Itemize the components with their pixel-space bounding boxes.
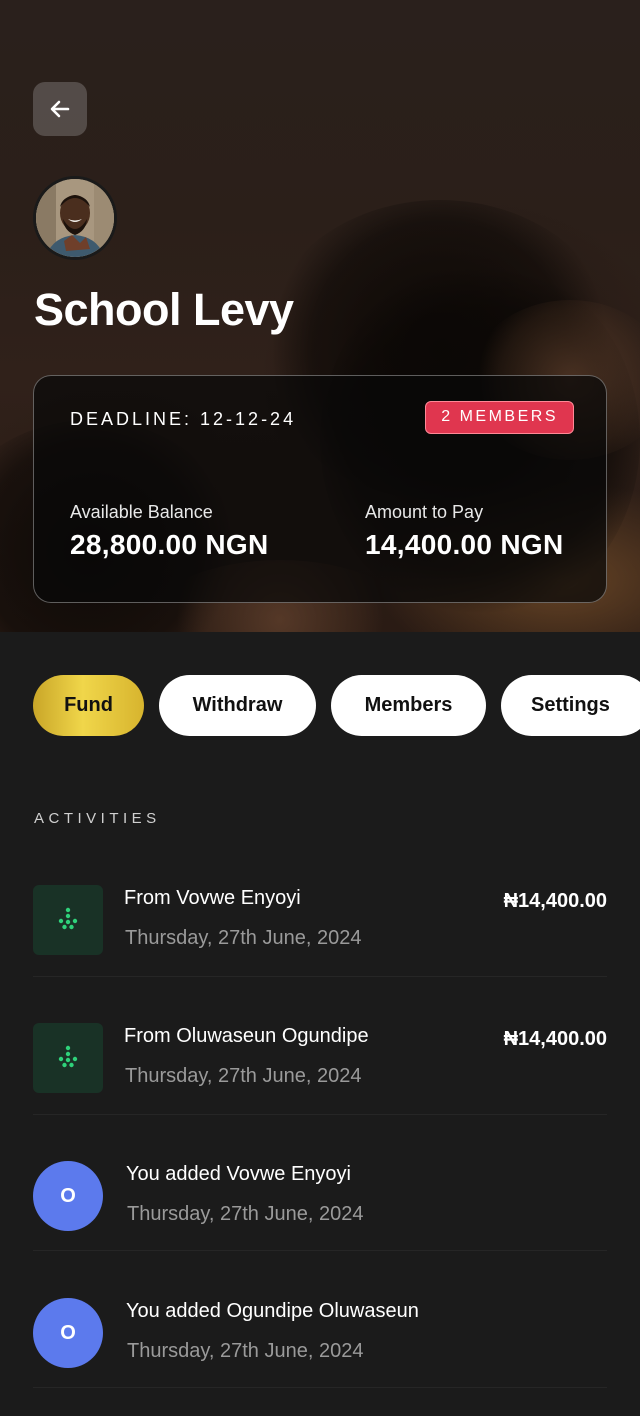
divider <box>33 1114 607 1115</box>
activity-title: From Vovwe Enyoyi <box>124 887 301 909</box>
members-badge[interactable]: 2 MEMBERS <box>425 401 574 434</box>
activity-item[interactable]: From Vovwe Enyoyi Thursday, 27th June, 2… <box>33 885 607 1023</box>
withdraw-button[interactable]: Withdraw <box>159 675 316 736</box>
divider <box>33 976 607 977</box>
available-balance-value: 28,800.00 NGN <box>70 529 269 560</box>
settings-button[interactable]: Settings <box>501 675 640 736</box>
arrow-left-icon <box>50 100 70 118</box>
deadline-text: DEADLINE: 12-12-24 <box>70 409 297 429</box>
balance-card: DEADLINE: 12-12-24 2 MEMBERS Available B… <box>33 375 607 603</box>
back-button[interactable] <box>33 82 87 136</box>
activities-heading: ACTIVITIES <box>34 810 161 827</box>
group-avatar <box>33 176 117 260</box>
fund-button[interactable]: Fund <box>33 675 144 736</box>
activity-date: Thursday, 27th June, 2024 <box>125 927 362 949</box>
amount-to-pay-value: 14,400.00 NGN <box>365 529 564 560</box>
activity-item[interactable]: O You added Ogundipe Oluwaseun Thursday,… <box>33 1298 607 1416</box>
transfer-dots-icon <box>33 1023 103 1093</box>
avatar-photo <box>36 179 114 257</box>
members-button[interactable]: Members <box>331 675 486 736</box>
activity-item[interactable]: From Oluwaseun Ogundipe Thursday, 27th J… <box>33 1023 607 1161</box>
action-buttons: Fund Withdraw Members Settings <box>33 675 640 736</box>
available-balance-label: Available Balance <box>70 502 213 522</box>
amount-to-pay-label: Amount to Pay <box>365 502 484 522</box>
activity-title: You added Ogundipe Oluwaseun <box>126 1300 419 1322</box>
activity-title: You added Vovwe Enyoyi <box>126 1163 351 1185</box>
activity-item[interactable]: O You added Vovwe Enyoyi Thursday, 27th … <box>33 1161 607 1299</box>
activity-date: Thursday, 27th June, 2024 <box>127 1203 364 1225</box>
divider <box>33 1387 607 1388</box>
activity-amount: ₦14,400.00 <box>503 1028 607 1050</box>
activity-title: From Oluwaseun Ogundipe <box>124 1025 369 1047</box>
activity-date: Thursday, 27th June, 2024 <box>127 1340 364 1362</box>
activity-amount: ₦14,400.00 <box>503 890 607 912</box>
divider <box>33 1250 607 1251</box>
member-initial-avatar: O <box>33 1161 103 1231</box>
activity-date: Thursday, 27th June, 2024 <box>125 1065 362 1087</box>
transfer-dots-icon <box>33 885 103 955</box>
page-title: School Levy <box>34 284 294 335</box>
member-initial-avatar: O <box>33 1298 103 1368</box>
